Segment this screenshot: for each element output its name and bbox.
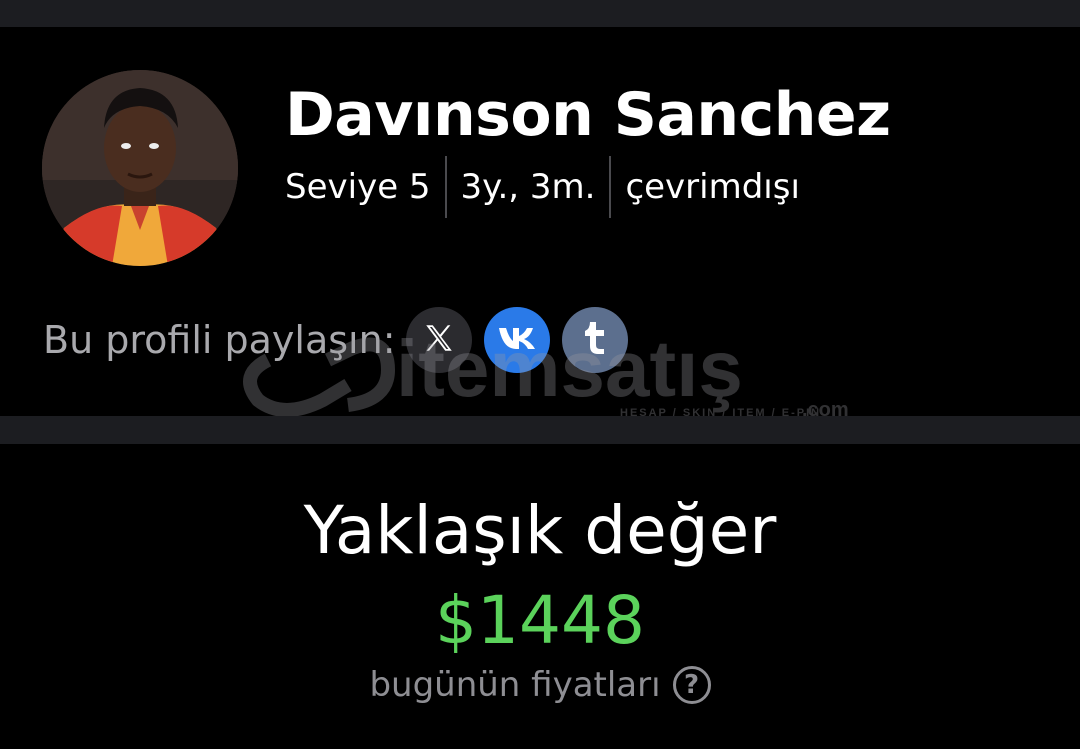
estimated-price: $1448 bbox=[435, 582, 645, 659]
profile-account-age: 3y., 3m. bbox=[460, 167, 596, 207]
section-divider bbox=[0, 416, 1080, 444]
share-label: Bu profili paylaşın: bbox=[43, 318, 396, 362]
x-icon bbox=[422, 321, 456, 359]
profile-name: Davınson Sanchez bbox=[285, 80, 891, 150]
price-note: bugünün fiyatları ? bbox=[0, 658, 1080, 712]
value-title: Yaklaşık değer bbox=[303, 492, 777, 569]
share-x-button[interactable] bbox=[405, 307, 472, 373]
tumblr-icon bbox=[582, 320, 608, 360]
price-note-text: bugünün fiyatları bbox=[369, 665, 661, 705]
avatar bbox=[42, 70, 238, 266]
meta-divider bbox=[444, 156, 447, 218]
share-row: Bu profili paylaşın: bbox=[43, 306, 640, 374]
vk-icon bbox=[497, 324, 537, 356]
top-bar bbox=[0, 0, 1080, 27]
help-icon[interactable]: ? bbox=[672, 666, 711, 704]
profile-level: Seviye 5 bbox=[285, 167, 431, 207]
profile-status: çevrimdışı bbox=[625, 167, 800, 207]
meta-divider bbox=[609, 156, 612, 218]
profile-meta: Seviye 5 3y., 3m. çevrimdışı bbox=[285, 156, 800, 218]
share-tumblr-button[interactable] bbox=[561, 307, 628, 373]
share-vk-button[interactable] bbox=[483, 307, 550, 373]
